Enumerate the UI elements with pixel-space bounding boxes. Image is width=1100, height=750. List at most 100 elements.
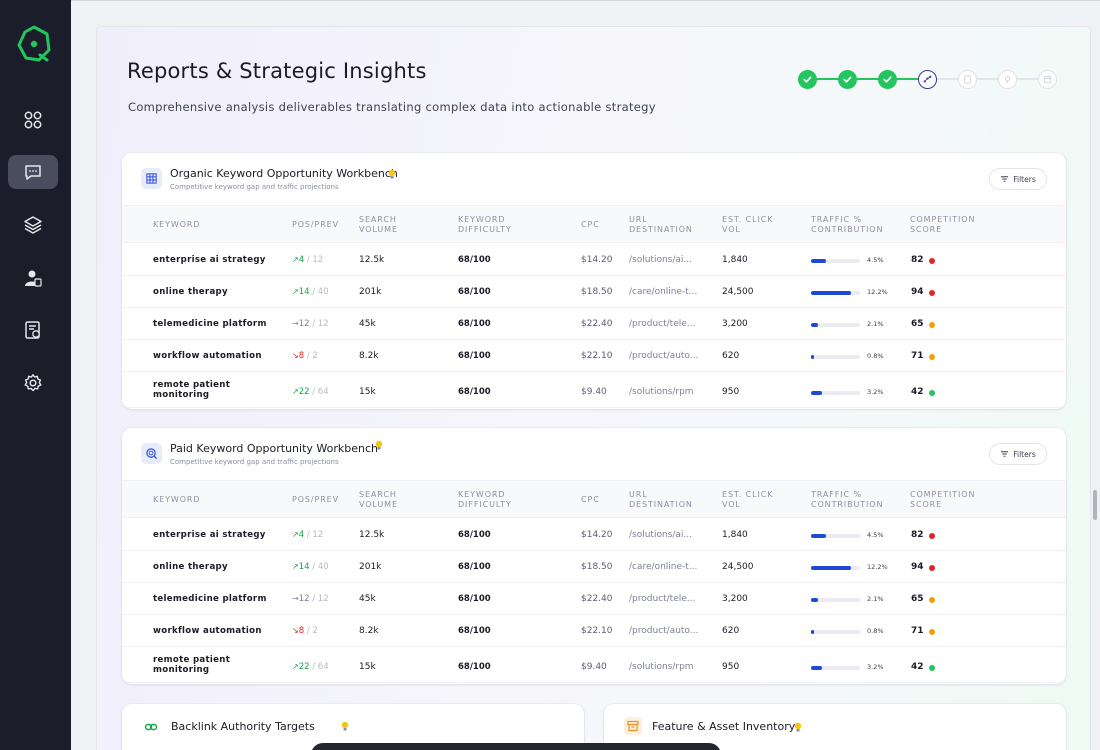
cpc-value: $22.10 <box>581 351 613 361</box>
url-destination-link[interactable]: /solutions/rpm <box>629 662 694 672</box>
col-cpc[interactable]: CPC <box>581 220 600 230</box>
keyword-text: online therapy <box>153 562 228 572</box>
table-row[interactable]: enterprise ai strategy ↗4 / 12 12.5k 68/… <box>122 244 1066 276</box>
table-row[interactable]: online therapy ↗14 / 40 201k 68/100 $18.… <box>122 276 1066 308</box>
trend-up-icon: ↗ <box>292 662 299 671</box>
filters-button[interactable]: Filters <box>989 168 1047 190</box>
keyword-cell[interactable]: workflow automation <box>153 351 262 361</box>
traffic-bar-fill <box>811 630 814 634</box>
cpc-value: $9.40 <box>581 662 607 672</box>
traffic-percent: 12.2% <box>867 288 888 296</box>
search-volume: 12.5k <box>359 255 385 265</box>
keyword-cell[interactable]: workflow automation <box>153 626 262 636</box>
keyword-difficulty: 68/100 <box>458 351 491 361</box>
url-destination-link[interactable]: /solutions/rpm <box>629 387 694 397</box>
keyword-cell[interactable]: remote patient monitoring <box>153 380 230 400</box>
competition-status-dot <box>929 290 935 296</box>
lightbulb-icon[interactable] <box>387 169 397 180</box>
competition-status-dot <box>929 629 935 635</box>
nav-chat[interactable] <box>8 155 58 189</box>
col-competition[interactable]: COMPETITION SCORE <box>910 215 975 235</box>
keyword-cell[interactable]: telemedicine platform <box>153 319 267 329</box>
lightbulb-icon[interactable] <box>793 722 803 733</box>
col-difficulty[interactable]: KEYWORD DIFFICULTY <box>458 215 512 235</box>
url-destination-link[interactable]: /care/online-t... <box>629 287 697 297</box>
col-url[interactable]: URL DESTINATION <box>629 215 693 235</box>
keyword-text: enterprise ai strategy <box>153 530 266 540</box>
table-row[interactable]: telemedicine platform →12 / 12 45k 68/10… <box>122 583 1066 615</box>
col-url[interactable]: URL DESTINATION <box>629 490 693 510</box>
scrollbar-thumb[interactable] <box>1093 490 1097 520</box>
keyword-cell[interactable]: enterprise ai strategy <box>153 530 266 540</box>
app-logo[interactable] <box>14 24 54 64</box>
step-2-complete[interactable] <box>838 69 857 89</box>
nav-layers[interactable] <box>8 208 58 242</box>
table-row[interactable]: workflow automation ↘8 / 2 8.2k 68/100 $… <box>122 615 1066 647</box>
step-3-complete[interactable] <box>878 69 897 89</box>
col-click-line2: VOL <box>722 500 741 509</box>
competition-status-dot <box>929 565 935 571</box>
nav-users[interactable] <box>8 261 58 295</box>
lightbulb-icon[interactable] <box>340 721 350 732</box>
col-volume[interactable]: SEARCH VOLUME <box>359 215 398 235</box>
lightbulb-icon[interactable] <box>374 440 384 451</box>
search-volume: 8.2k <box>359 626 379 636</box>
step-5-future[interactable] <box>958 69 977 89</box>
bottom-dock[interactable] <box>311 743 721 750</box>
nav-dashboard[interactable] <box>8 103 58 137</box>
col-competition[interactable]: COMPETITION SCORE <box>910 490 975 510</box>
step-6-future[interactable] <box>998 69 1017 89</box>
competition-status-dot <box>929 665 935 671</box>
col-difficulty[interactable]: KEYWORD DIFFICULTY <box>458 490 512 510</box>
url-destination-link[interactable]: /product/tele... <box>629 594 695 604</box>
step-1-complete[interactable] <box>798 69 817 89</box>
click-volume: 620 <box>722 351 740 361</box>
table-row[interactable]: remote patient monitoring ↗22 / 64 15k 68… <box>122 647 1066 683</box>
card-title: Organic Keyword Opportunity Workbench <box>170 167 398 180</box>
cpc-value: $18.50 <box>581 287 613 297</box>
col-volume[interactable]: SEARCH VOLUME <box>359 490 398 510</box>
keyword-difficulty: 68/100 <box>458 319 491 329</box>
keyword-cell[interactable]: online therapy <box>153 287 228 297</box>
url-destination-link[interactable]: /product/auto... <box>629 351 698 361</box>
table-row[interactable]: enterprise ai strategy ↗4 / 12 12.5k 68/… <box>122 519 1066 551</box>
col-cpc[interactable]: CPC <box>581 495 600 505</box>
table-row[interactable]: workflow automation ↘8 / 2 8.2k 68/100 $… <box>122 340 1066 372</box>
keyword-cell[interactable]: enterprise ai strategy <box>153 255 266 265</box>
col-traffic[interactable]: TRAFFIC % CONTRIBUTION <box>811 215 883 235</box>
table-row[interactable]: online therapy ↗14 / 40 201k 68/100 $18.… <box>122 551 1066 583</box>
filters-button[interactable]: Filters <box>989 443 1047 465</box>
table-row[interactable]: telemedicine platform →12 / 12 45k 68/10… <box>122 308 1066 340</box>
cpc-value: $14.20 <box>581 255 613 265</box>
nav-settings[interactable] <box>8 366 58 400</box>
col-traffic[interactable]: TRAFFIC % CONTRIBUTION <box>811 490 883 510</box>
url-destination-link[interactable]: /product/tele... <box>629 319 695 329</box>
table-row[interactable]: remote patient monitoring ↗22 / 64 15k 68… <box>122 372 1066 408</box>
col-pos[interactable]: POS/PREV <box>292 495 339 505</box>
trend-up-icon: ↗ <box>292 530 299 539</box>
col-click-line1: EST. CLICK <box>722 215 774 224</box>
traffic-percent: 12.2% <box>867 563 888 571</box>
step-7-future[interactable] <box>1038 69 1057 89</box>
keyword-cell[interactable]: telemedicine platform <box>153 594 267 604</box>
url-destination-link[interactable]: /product/auto... <box>629 626 698 636</box>
col-difficulty-line1: KEYWORD <box>458 215 506 224</box>
traffic-bar <box>811 291 860 295</box>
nav-reports[interactable] <box>8 313 58 347</box>
position-value: 22 <box>298 387 310 397</box>
previous-position: / 40 <box>312 287 329 297</box>
url-destination-link[interactable]: /care/online-t... <box>629 562 697 572</box>
trend-flat-icon: → <box>292 319 299 328</box>
col-click[interactable]: EST. CLICK VOL <box>722 490 773 510</box>
previous-position: / 40 <box>312 562 329 572</box>
keyword-cell[interactable]: online therapy <box>153 562 228 572</box>
competition-score: 71 <box>911 351 924 361</box>
url-destination-link[interactable]: /solutions/ai... <box>629 255 692 265</box>
col-click[interactable]: EST. CLICK VOL <box>722 215 773 235</box>
col-pos[interactable]: POS/PREV <box>292 220 339 230</box>
col-keyword[interactable]: KEYWORD <box>153 495 200 505</box>
step-4-current[interactable] <box>918 69 937 89</box>
col-keyword[interactable]: KEYWORD <box>153 220 200 230</box>
url-destination-link[interactable]: /solutions/ai... <box>629 530 692 540</box>
keyword-cell[interactable]: remote patient monitoring <box>153 655 230 675</box>
